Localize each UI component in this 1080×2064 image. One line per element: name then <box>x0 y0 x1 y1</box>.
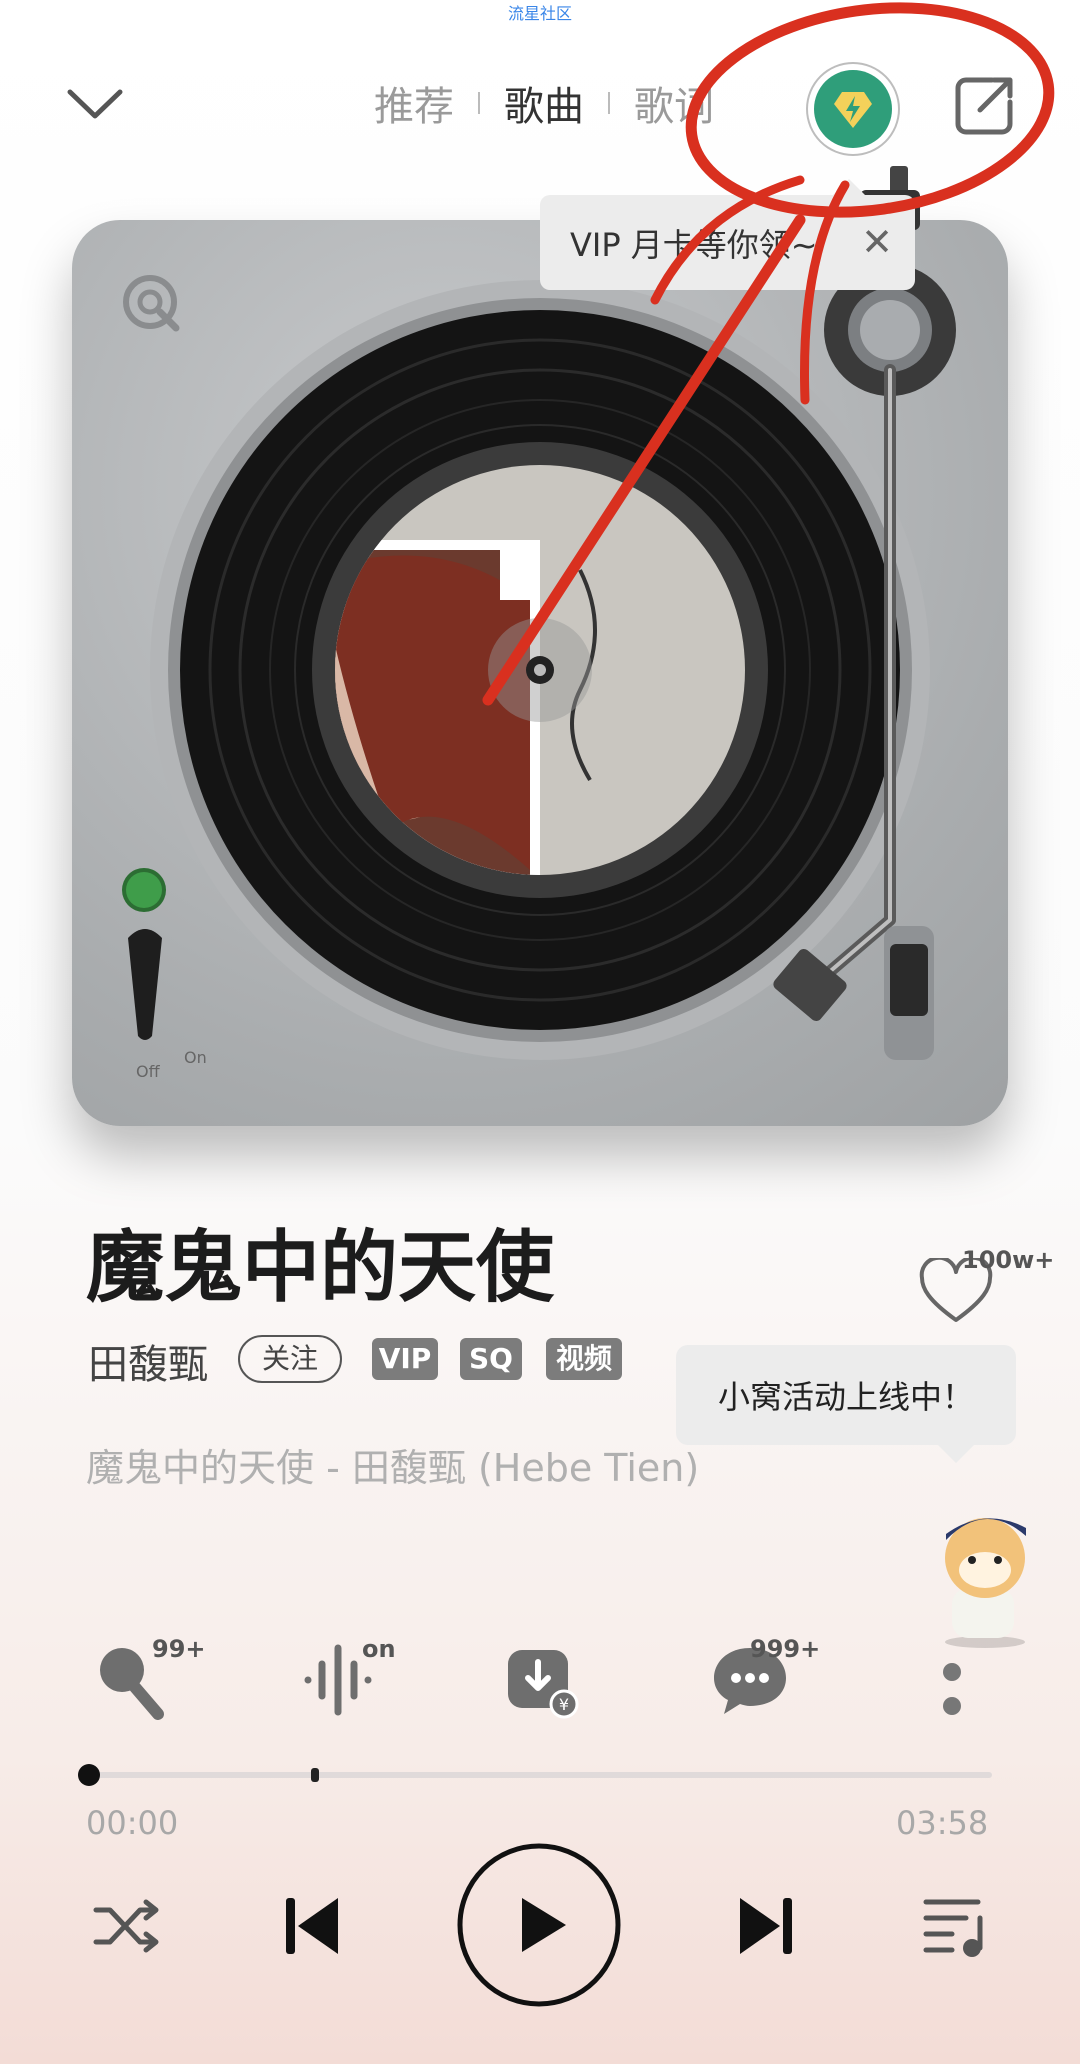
current-time: 00:00 <box>86 1804 179 1842</box>
shuffle-icon[interactable] <box>92 1896 162 1960</box>
karaoke-badge: 99+ <box>152 1635 206 1663</box>
vip-tag: VIP <box>372 1338 438 1380</box>
svg-text:¥: ¥ <box>559 1695 569 1714</box>
diamond-icon <box>834 92 872 128</box>
activity-bubble[interactable]: 小窝活动上线中！ <box>676 1345 1016 1463</box>
previous-icon[interactable] <box>282 1894 342 1962</box>
video-tag[interactable]: 视频 <box>546 1338 622 1380</box>
sq-tag: SQ <box>460 1338 522 1380</box>
switch-off-label: Off <box>136 1062 160 1081</box>
collapse-chevron-icon[interactable] <box>60 70 130 140</box>
progress-bar[interactable] <box>88 1772 992 1778</box>
playlist-icon[interactable] <box>922 1894 992 1962</box>
like-count: 100w+ <box>962 1246 1055 1274</box>
song-subtitle: 魔鬼中的天使 - 田馥甄 (Hebe Tien) <box>86 1446 700 1490</box>
next-icon[interactable] <box>736 1894 796 1962</box>
close-icon[interactable]: ✕ <box>861 223 893 261</box>
tonearm[interactable] <box>740 160 960 1060</box>
top-tabs: 推荐 歌曲 歌词 <box>350 74 738 132</box>
power-switch[interactable] <box>122 924 168 1044</box>
vip-tooltip[interactable]: VIP 月卡等你领~ ✕ <box>540 179 915 290</box>
artist-name[interactable]: 田馥甄 <box>88 1332 208 1390</box>
pitch-slider-knob[interactable] <box>890 944 928 1016</box>
follow-button[interactable]: 关注 <box>238 1335 342 1383</box>
tab-song[interactable]: 歌曲 <box>480 74 608 132</box>
tab-recommend[interactable]: 推荐 <box>350 74 478 132</box>
progress-thumb[interactable] <box>78 1764 100 1786</box>
tab-lyrics[interactable]: 歌词 <box>610 74 738 132</box>
sound-effect-badge: on <box>362 1635 396 1663</box>
mascot-icon[interactable] <box>930 1500 1040 1650</box>
play-icon <box>522 1898 566 1952</box>
more-icon[interactable] <box>940 1660 964 1720</box>
share-icon[interactable] <box>952 72 1018 138</box>
progress-buffer-mark <box>311 1768 319 1782</box>
vip-tooltip-text: VIP 月卡等你领~ <box>570 225 818 264</box>
song-title: 魔鬼中的天使 <box>86 1223 555 1313</box>
watermark: 流星社区 <box>507 4 572 23</box>
switch-on-label: On <box>184 1048 207 1067</box>
comment-badge: 999+ <box>750 1635 821 1663</box>
power-led <box>126 872 162 908</box>
download-icon[interactable]: ¥ <box>500 1640 580 1720</box>
total-time: 03:58 <box>896 1804 989 1842</box>
play-button[interactable] <box>456 1842 622 2008</box>
vip-diamond-button[interactable] <box>814 70 892 148</box>
